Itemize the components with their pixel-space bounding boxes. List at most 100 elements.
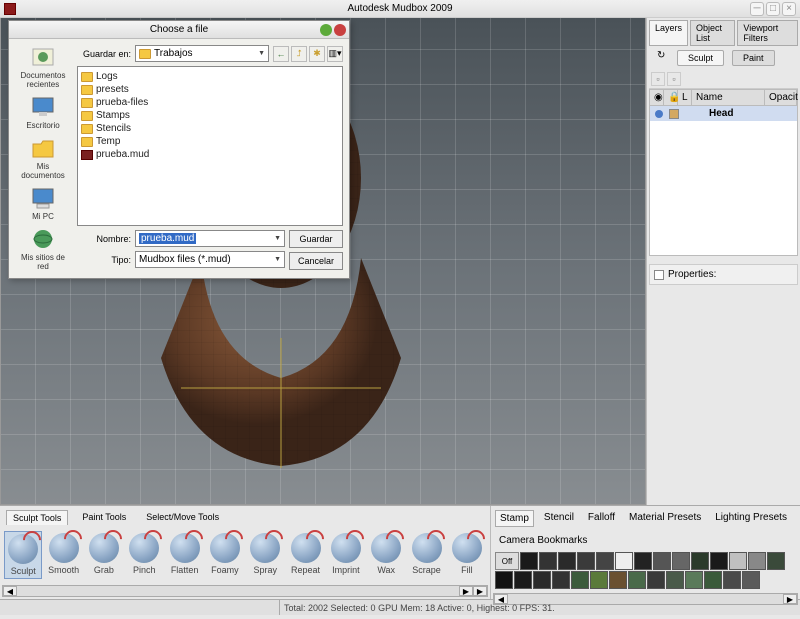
file-item[interactable]: presets (81, 83, 339, 96)
stamp-swatch[interactable] (539, 552, 557, 570)
stamp-swatch[interactable] (628, 571, 646, 589)
file-item[interactable]: Logs (81, 70, 339, 83)
file-item[interactable]: Temp (81, 135, 339, 148)
name-input[interactable]: prueba.mud▼ (135, 230, 285, 247)
stamp-swatch[interactable] (666, 571, 684, 589)
new-layer-icon[interactable]: ▫ (651, 72, 665, 86)
stamp-swatch[interactable] (571, 571, 589, 589)
stamp-swatch[interactable] (723, 571, 741, 589)
stamp-swatch[interactable] (704, 571, 722, 589)
stamp-swatch[interactable] (495, 571, 513, 589)
stamp-swatch[interactable] (558, 552, 576, 570)
stamp-swatch[interactable] (647, 571, 665, 589)
tab-sculpt-tools[interactable]: Sculpt Tools (6, 510, 68, 525)
tab-camera-bookmarks[interactable]: Camera Bookmarks (495, 533, 591, 548)
tool-sculpt-icon (8, 534, 38, 564)
tool-flatten-icon (170, 533, 200, 563)
visibility-dot-icon[interactable] (655, 110, 663, 118)
tab-layers[interactable]: Layers (649, 20, 688, 46)
properties-panel[interactable]: Properties: (649, 264, 798, 285)
file-item[interactable]: prueba.mud (81, 148, 339, 161)
tab-material-presets[interactable]: Material Presets (625, 510, 705, 527)
tool-spray[interactable]: Spray (246, 531, 284, 579)
dialog-close-button[interactable] (334, 24, 346, 36)
stamp-swatch[interactable] (767, 552, 785, 570)
tab-stencil[interactable]: Stencil (540, 510, 578, 527)
subtab-paint[interactable]: Paint (732, 50, 775, 66)
dialog-min-button[interactable] (320, 24, 332, 36)
save-in-combo[interactable]: Trabajos ▼ (135, 45, 269, 62)
tool-scrollbar[interactable]: ◀ ▶ ▶ (2, 585, 488, 597)
place-icon (29, 45, 57, 69)
delete-layer-icon[interactable]: ▫ (667, 72, 681, 86)
stamp-swatch[interactable] (596, 552, 614, 570)
stamp-swatch[interactable] (748, 552, 766, 570)
stamp-swatch[interactable] (609, 571, 627, 589)
stamp-swatch[interactable] (710, 552, 728, 570)
scroll-left-icon[interactable]: ◀ (3, 586, 17, 596)
subtab-sculpt[interactable]: Sculpt (677, 50, 724, 66)
nav-back-icon[interactable]: ← (273, 46, 289, 62)
tool-wax[interactable]: Wax (367, 531, 405, 579)
tab-stamp[interactable]: Stamp (495, 510, 534, 527)
close-button[interactable]: × (782, 2, 796, 16)
tab-falloff[interactable]: Falloff (584, 510, 619, 527)
place-3[interactable]: Mi PC (29, 186, 57, 221)
tab-viewport-filters[interactable]: Viewport Filters (737, 20, 798, 46)
stamp-swatch[interactable] (672, 552, 690, 570)
tool-imprint[interactable]: Imprint (327, 531, 365, 579)
nav-view-icon[interactable]: ▥▾ (327, 46, 343, 62)
tool-fill[interactable]: Fill (448, 531, 486, 579)
nav-up-icon[interactable]: ⮥ (291, 46, 307, 62)
file-list[interactable]: Logspresetsprueba-filesStampsStencilsTem… (77, 66, 343, 226)
stamp-swatch[interactable] (514, 571, 532, 589)
stamp-swatch[interactable] (615, 552, 633, 570)
tab-object-list[interactable]: Object List (690, 20, 735, 46)
cancel-button[interactable]: Cancelar (289, 252, 343, 270)
file-item[interactable]: Stencils (81, 122, 339, 135)
stamp-off-button[interactable]: Off (495, 552, 519, 570)
file-item[interactable]: Stamps (81, 109, 339, 122)
stamp-swatch[interactable] (577, 552, 595, 570)
tool-pinch[interactable]: Pinch (125, 531, 163, 579)
layer-row[interactable]: Head (650, 106, 797, 121)
maximize-button[interactable]: □ (766, 2, 780, 16)
stamp-swatch[interactable] (533, 571, 551, 589)
stamp-swatch[interactable] (742, 571, 760, 589)
minimize-button[interactable]: ─ (750, 2, 764, 16)
layer-list[interactable]: Head (649, 106, 798, 256)
stamp-swatch[interactable] (729, 552, 747, 570)
type-combo[interactable]: Mudbox files (*.mud)▼ (135, 251, 285, 268)
folder-icon (81, 137, 93, 147)
tab-lighting-presets[interactable]: Lighting Presets (711, 510, 791, 527)
tool-repeat[interactable]: Repeat (286, 531, 324, 579)
place-1[interactable]: Escritorio (26, 95, 59, 130)
nav-newfolder-icon[interactable]: ✱ (309, 46, 325, 62)
layer-header: ◉ 🔒 L Name Opacit (649, 89, 798, 106)
tab-select-move-tools[interactable]: Select/Move Tools (140, 510, 225, 525)
tool-sculpt[interactable]: Sculpt (4, 531, 42, 579)
properties-toggle-icon[interactable] (654, 270, 664, 280)
stamp-swatch[interactable] (691, 552, 709, 570)
place-2[interactable]: Mis documentos (15, 136, 71, 180)
stamp-scroll-right-icon[interactable]: ▶ (783, 594, 797, 604)
stamp-swatch[interactable] (634, 552, 652, 570)
tool-foamy[interactable]: Foamy (206, 531, 244, 579)
tool-smooth[interactable]: Smooth (44, 531, 82, 579)
stamp-swatch[interactable] (552, 571, 570, 589)
place-0[interactable]: Documentos recientes (15, 45, 71, 89)
scroll-right-icon[interactable]: ▶ (459, 586, 473, 596)
tool-scrape[interactable]: Scrape (407, 531, 445, 579)
stamp-swatch[interactable] (653, 552, 671, 570)
stamp-swatch[interactable] (685, 571, 703, 589)
stamp-swatch[interactable] (520, 552, 538, 570)
save-button[interactable]: Guardar (289, 230, 343, 248)
scroll-right2-icon[interactable]: ▶ (473, 586, 487, 596)
tool-flatten[interactable]: Flatten (165, 531, 203, 579)
tab-paint-tools[interactable]: Paint Tools (76, 510, 132, 525)
tool-grab[interactable]: Grab (85, 531, 123, 579)
stamp-swatch[interactable] (590, 571, 608, 589)
file-item[interactable]: prueba-files (81, 96, 339, 109)
refresh-icon[interactable]: ↻ (657, 50, 669, 66)
place-4[interactable]: Mis sitios de red (15, 227, 71, 271)
